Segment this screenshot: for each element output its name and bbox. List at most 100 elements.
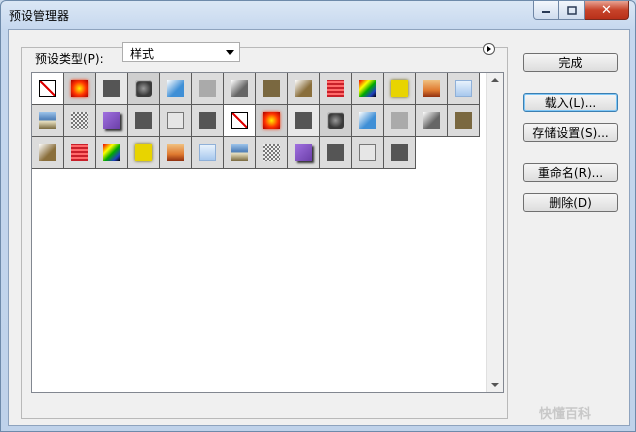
- multicolor-style-icon: [359, 80, 376, 97]
- style-preset-tile[interactable]: [192, 105, 224, 137]
- dark-square-style-icon: [327, 144, 344, 161]
- panel-menu-icon[interactable]: [483, 43, 495, 55]
- style-preset-tile[interactable]: [32, 137, 64, 169]
- minimize-button[interactable]: [533, 1, 559, 20]
- style-preset-tile[interactable]: [96, 73, 128, 105]
- style-preset-tile[interactable]: [192, 137, 224, 169]
- preset-type-select[interactable]: 样式: [122, 42, 240, 62]
- sunset-style-icon: [167, 144, 184, 161]
- style-preset-tile[interactable]: [224, 137, 256, 169]
- yellow-style-icon: [135, 144, 152, 161]
- style-preset-tile[interactable]: [352, 137, 384, 169]
- style-preset-tile[interactable]: [288, 105, 320, 137]
- style-preset-tile[interactable]: [256, 137, 288, 169]
- landscape-style-icon: [39, 112, 56, 129]
- purple-shadow-style-icon: [103, 112, 120, 129]
- sunset-style-icon: [423, 80, 440, 97]
- wood-style-icon: [295, 80, 312, 97]
- noise-style-icon: [71, 112, 88, 129]
- landscape-style-icon: [231, 144, 248, 161]
- style-preset-tile[interactable]: [32, 105, 64, 137]
- style-preset-tile[interactable]: [352, 73, 384, 105]
- load-button[interactable]: 载入(L)...: [523, 93, 618, 112]
- light-gray-style-icon: [199, 80, 216, 97]
- close-icon: ✕: [601, 2, 612, 18]
- light-gray-style-icon: [391, 112, 408, 129]
- style-preset-tile[interactable]: [160, 137, 192, 169]
- gray-metal-style-icon: [231, 80, 248, 97]
- dark-square-style-icon: [103, 80, 120, 97]
- style-preset-tile[interactable]: [192, 73, 224, 105]
- style-preset-tile[interactable]: [128, 105, 160, 137]
- style-preset-tile[interactable]: [416, 73, 448, 105]
- minimize-icon: [542, 11, 550, 13]
- noise-style-icon: [263, 144, 280, 161]
- style-preset-tile[interactable]: [224, 73, 256, 105]
- style-preset-tile[interactable]: [288, 137, 320, 169]
- style-preset-tile[interactable]: [448, 73, 480, 105]
- preset-grid: [31, 72, 504, 393]
- dark-bevel-style-icon: [135, 80, 152, 97]
- light-outline-style-icon: [167, 112, 184, 129]
- style-preset-tile[interactable]: [320, 105, 352, 137]
- style-preset-tile[interactable]: [256, 105, 288, 137]
- style-preset-tile[interactable]: [96, 137, 128, 169]
- style-preset-tile[interactable]: [384, 137, 416, 169]
- sky-style-icon: [455, 80, 472, 97]
- save-set-button[interactable]: 存储设置(S)...: [523, 123, 618, 142]
- watermark-text: 快懂百科: [539, 407, 592, 422]
- style-preset-tile[interactable]: [320, 137, 352, 169]
- blue-chrome-style-icon: [359, 112, 376, 129]
- style-preset-tile[interactable]: [224, 105, 256, 137]
- dark-square-style-icon: [135, 112, 152, 129]
- style-preset-tile[interactable]: [320, 73, 352, 105]
- preset-manager-window: 预设管理器 ✕ 预设类型(P): 样式 完成 载入(L)... 存储设置(S).…: [0, 0, 636, 432]
- close-button[interactable]: ✕: [585, 1, 629, 20]
- red-glow-style-icon: [263, 112, 280, 129]
- style-preset-tile[interactable]: [256, 73, 288, 105]
- red-glow-style-icon: [71, 80, 88, 97]
- style-preset-tile[interactable]: [160, 73, 192, 105]
- caption-buttons: ✕: [533, 1, 629, 20]
- style-preset-tile[interactable]: [96, 105, 128, 137]
- scroll-down-icon[interactable]: [491, 383, 499, 387]
- style-preset-tile[interactable]: [64, 73, 96, 105]
- style-preset-tile[interactable]: [160, 105, 192, 137]
- maximize-icon: [566, 5, 577, 15]
- style-preset-tile[interactable]: [64, 105, 96, 137]
- style-preset-tile[interactable]: [288, 73, 320, 105]
- vertical-scrollbar[interactable]: [486, 73, 503, 392]
- sky-style-icon: [199, 144, 216, 161]
- gray-metal-style-icon: [423, 112, 440, 129]
- style-preset-tile[interactable]: [384, 105, 416, 137]
- scroll-up-icon[interactable]: [491, 78, 499, 82]
- light-outline-style-icon: [359, 144, 376, 161]
- dark-square-style-icon: [391, 144, 408, 161]
- style-preset-tile[interactable]: [448, 105, 480, 137]
- brown-style-icon: [263, 80, 280, 97]
- maximize-button[interactable]: [559, 1, 585, 20]
- red-stripe-style-icon: [327, 80, 344, 97]
- multicolor-style-icon: [103, 144, 120, 161]
- delete-button[interactable]: 删除(D): [523, 193, 618, 212]
- style-preset-tile[interactable]: [128, 73, 160, 105]
- preset-type-value: 样式: [130, 47, 155, 61]
- style-preset-tile[interactable]: [64, 137, 96, 169]
- style-preset-tile[interactable]: [128, 137, 160, 169]
- title-bar[interactable]: 预设管理器 ✕: [1, 1, 635, 29]
- style-preset-tile[interactable]: [416, 105, 448, 137]
- rename-button[interactable]: 重命名(R)...: [523, 163, 618, 182]
- wood-style-icon: [39, 144, 56, 161]
- window-title: 预设管理器: [9, 9, 70, 23]
- dialog-client: 预设类型(P): 样式 完成 载入(L)... 存储设置(S)... 重命名(R…: [8, 29, 630, 426]
- purple-shadow-style-icon: [295, 144, 312, 161]
- none-style-icon: [39, 80, 56, 97]
- style-preset-tile[interactable]: [32, 73, 64, 105]
- none-style-icon: [231, 112, 248, 129]
- yellow-style-icon: [391, 80, 408, 97]
- done-button[interactable]: 完成: [523, 53, 618, 72]
- preset-tiles: [32, 73, 480, 169]
- chevron-down-icon: [226, 50, 234, 55]
- style-preset-tile[interactable]: [352, 105, 384, 137]
- style-preset-tile[interactable]: [384, 73, 416, 105]
